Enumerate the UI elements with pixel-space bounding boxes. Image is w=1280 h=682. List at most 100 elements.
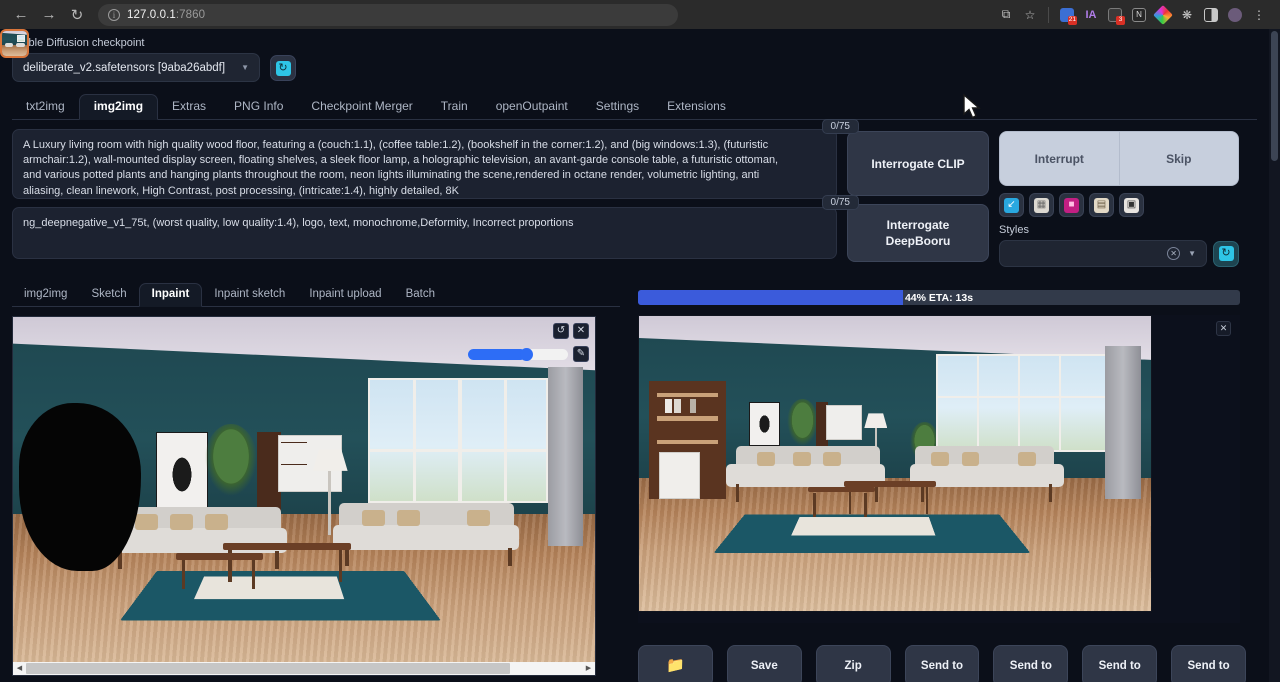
- apply-style-icon: ■: [1064, 198, 1079, 213]
- rug-inner: [791, 517, 935, 535]
- refresh-styles-button[interactable]: ↻: [1213, 241, 1239, 267]
- workspace: img2img Sketch Inpaint Inpaint sketch In…: [12, 281, 1257, 682]
- subtab-sketch[interactable]: Sketch: [79, 284, 138, 306]
- interrogate-deepbooru-button[interactable]: Interrogate DeepBooru: [847, 204, 989, 262]
- tab-txt2img[interactable]: txt2img: [12, 95, 79, 119]
- page-scrollbar[interactable]: [1269, 29, 1280, 682]
- wall-art: [749, 402, 780, 446]
- puzzle-extensions-icon[interactable]: ❋: [1176, 4, 1198, 26]
- sofa-right: [16, 43, 25, 47]
- refresh-checkpoint-button[interactable]: ↻: [270, 55, 296, 81]
- book: [665, 399, 672, 414]
- subtab-inpaint-upload[interactable]: Inpaint upload: [297, 284, 393, 306]
- prompt-section: A Luxury living room with high quality w…: [12, 129, 1257, 267]
- tab-settings[interactable]: Settings: [582, 95, 653, 119]
- subtab-inpaint[interactable]: Inpaint: [139, 283, 203, 307]
- paste-image-button[interactable]: ▣: [1119, 193, 1144, 217]
- send-to-inpaint-button[interactable]: Send to: [993, 645, 1068, 682]
- scroll-left-arrow-icon[interactable]: ◀: [13, 662, 26, 675]
- clear-prompt-button[interactable]: ▦: [1029, 193, 1054, 217]
- scroll-track[interactable]: [26, 663, 582, 674]
- sidebar-toggle-icon[interactable]: [1200, 4, 1222, 26]
- star-icon[interactable]: ☆: [1019, 4, 1041, 26]
- hanging-plant: [787, 399, 818, 446]
- floor-lamp-pole: [328, 471, 331, 535]
- inpaint-mask: [19, 403, 141, 571]
- internet-archive-extension-icon[interactable]: IA: [1080, 4, 1102, 26]
- subtab-img2img[interactable]: img2img: [12, 284, 79, 306]
- brush-size-control: ✎: [468, 346, 589, 362]
- tab-checkpoint-merger[interactable]: Checkpoint Merger: [297, 95, 426, 119]
- open-images-folder-button[interactable]: 📁: [638, 645, 713, 682]
- toolbar-divider: [1048, 7, 1049, 23]
- screen-recorder-extension-icon[interactable]: 3: [1104, 4, 1126, 26]
- result-thumbnail[interactable]: [0, 29, 29, 58]
- refresh-icon: ↻: [276, 61, 291, 76]
- cushion: [397, 510, 420, 526]
- tab-png-info[interactable]: PNG Info: [220, 95, 297, 119]
- chevron-down-icon: ▼: [1188, 249, 1196, 258]
- tab-extras[interactable]: Extras: [158, 95, 220, 119]
- close-x-icon[interactable]: ✕: [573, 323, 589, 339]
- brush-slider-knob[interactable]: [520, 348, 533, 361]
- brush-size-slider[interactable]: [468, 349, 568, 360]
- bookshelf-plank: [657, 440, 718, 444]
- styles-label: Styles: [999, 224, 1239, 236]
- sofa-right: [333, 525, 519, 550]
- tab-extensions[interactable]: Extensions: [653, 95, 740, 119]
- share-icon[interactable]: ⧉: [995, 4, 1017, 26]
- table-leg: [864, 493, 867, 517]
- styles-dropdown[interactable]: ✕ ▼: [999, 240, 1207, 267]
- send-to-openoutpaint-button[interactable]: Send to: [1171, 645, 1246, 682]
- scroll-right-arrow-icon[interactable]: ▶: [582, 662, 595, 675]
- restore-progress-button[interactable]: ↙: [999, 193, 1024, 217]
- negative-prompt-wrapper: ng_deepnegative_v1_75t, (worst quality, …: [12, 207, 837, 259]
- notion-extension-icon[interactable]: N: [1128, 4, 1150, 26]
- subtab-batch[interactable]: Batch: [394, 284, 447, 306]
- save-style-button[interactable]: ▤: [1089, 193, 1114, 217]
- apply-style-button[interactable]: ■: [1059, 193, 1084, 217]
- forward-arrow-icon[interactable]: →: [36, 3, 62, 27]
- restore-progress-icon: ↙: [1004, 198, 1019, 213]
- prompt-input[interactable]: A Luxury living room with high quality w…: [12, 129, 837, 199]
- close-preview-button[interactable]: ✕: [1216, 321, 1231, 336]
- save-button[interactable]: Save: [727, 645, 802, 682]
- page-scrollbar-thumb[interactable]: [1271, 31, 1278, 161]
- tab-train[interactable]: Train: [427, 95, 482, 119]
- color-picker-extension-icon[interactable]: [1152, 4, 1174, 26]
- area-rug: [714, 514, 1030, 553]
- cushion: [362, 510, 385, 526]
- undo-icon[interactable]: ↺: [553, 323, 569, 339]
- clear-x-icon[interactable]: ✕: [1167, 247, 1180, 260]
- interrupt-button[interactable]: Interrupt: [999, 131, 1120, 186]
- checkpoint-dropdown[interactable]: deliberate_v2.safetensors [9aba26abdf] ▼: [12, 53, 260, 82]
- paste-image-icon: ▣: [1124, 198, 1139, 213]
- skip-button[interactable]: Skip: [1120, 131, 1240, 186]
- kebab-menu-icon[interactable]: ⋮: [1248, 4, 1270, 26]
- negative-prompt-input[interactable]: ng_deepnegative_v1_75t, (worst quality, …: [12, 207, 837, 259]
- address-bar[interactable]: i 127.0.0.1:7860: [98, 4, 678, 26]
- subtab-inpaint-sketch[interactable]: Inpaint sketch: [202, 284, 297, 306]
- scroll-thumb[interactable]: [26, 663, 510, 674]
- zip-button[interactable]: Zip: [816, 645, 891, 682]
- notifications-extension-icon[interactable]: 21: [1056, 4, 1078, 26]
- inpaint-canvas[interactable]: ↺ ✕ ✎ ◀ ▶: [12, 316, 596, 676]
- back-arrow-icon[interactable]: ←: [8, 3, 34, 27]
- canvas-horizontal-scrollbar[interactable]: ◀ ▶: [13, 662, 595, 675]
- profile-avatar-icon[interactable]: [1224, 4, 1246, 26]
- chevron-down-icon: ▼: [241, 63, 249, 72]
- cushion: [205, 514, 228, 530]
- send-to-img2img-button[interactable]: Send to: [905, 645, 980, 682]
- prompt-wrapper: A Luxury living room with high quality w…: [12, 129, 837, 199]
- tab-img2img[interactable]: img2img: [79, 94, 158, 120]
- info-circle-icon[interactable]: i: [108, 9, 120, 21]
- tab-openoutpaint[interactable]: openOutpaint: [482, 95, 582, 119]
- brush-icon[interactable]: ✎: [573, 346, 589, 362]
- window-mullion: [1018, 354, 1021, 451]
- reload-icon[interactable]: ↻: [64, 3, 90, 27]
- result-preview-image[interactable]: [638, 315, 1152, 612]
- send-to-extras-button[interactable]: Send to: [1082, 645, 1157, 682]
- cushion: [793, 452, 811, 467]
- sofa-leg: [345, 548, 349, 566]
- interrogate-clip-button[interactable]: Interrogate CLIP: [847, 131, 989, 196]
